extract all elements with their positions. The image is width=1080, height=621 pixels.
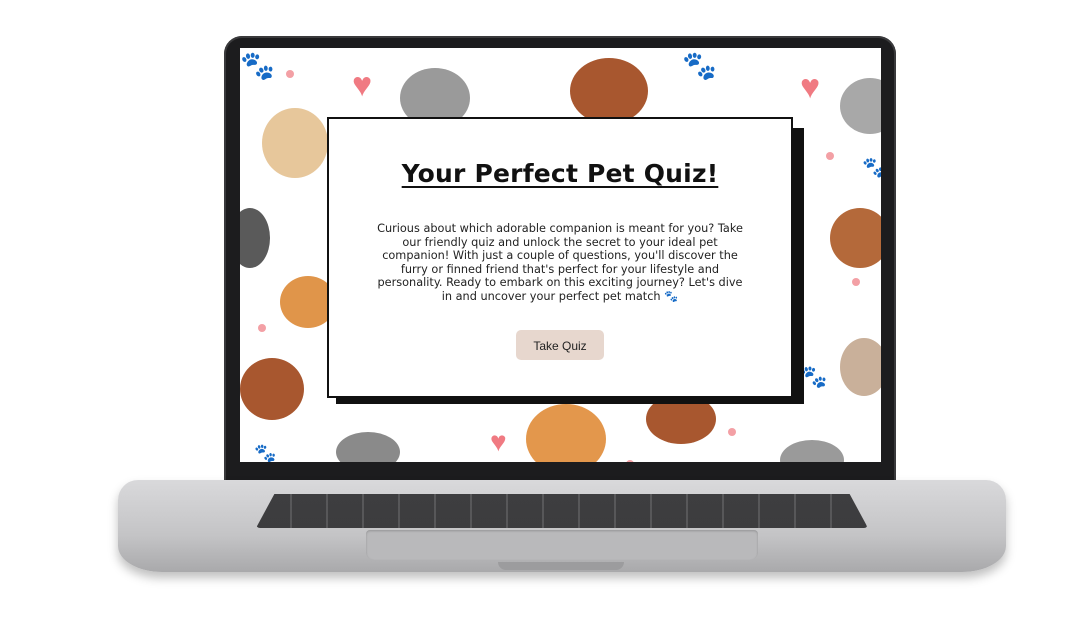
pug-face-icon	[262, 108, 328, 178]
paw-icon: 🐾	[254, 443, 277, 462]
quiz-description: Curious about which adorable companion i…	[377, 222, 743, 303]
dog-face-icon	[240, 358, 304, 420]
cat-face-icon	[336, 432, 400, 462]
laptop-keyboard	[256, 494, 868, 528]
quiz-card: Your Perfect Pet Quiz! Curious about whi…	[327, 117, 793, 398]
quiz-title: Your Perfect Pet Quiz!	[401, 159, 719, 188]
take-quiz-button[interactable]: Take Quiz	[516, 329, 604, 360]
heart-icon: ♥	[800, 68, 821, 106]
cat-face-icon	[830, 208, 881, 268]
cat-face-icon	[840, 338, 881, 396]
heart-icon: ♥	[490, 426, 507, 457]
decor-dot	[286, 70, 294, 78]
laptop-trackpad	[366, 530, 758, 560]
paw-icon: 🐾	[862, 157, 881, 179]
decor-dot	[826, 152, 834, 160]
decor-dot	[852, 278, 860, 286]
paw-icon: 🐾	[682, 50, 717, 81]
dog-face-icon	[570, 58, 648, 124]
cat-face-icon	[780, 440, 844, 462]
heart-icon: ♥	[352, 66, 373, 104]
laptop-notch	[498, 562, 624, 570]
decor-dot	[258, 324, 266, 332]
decor-dot	[728, 428, 736, 436]
paw-icon: 🐾	[800, 364, 828, 389]
decor-dot	[626, 460, 634, 462]
paw-icon: 🐾	[240, 50, 275, 81]
fox-face-icon	[526, 404, 606, 462]
cat-face-icon	[840, 78, 881, 134]
cat-face-icon	[240, 208, 270, 268]
